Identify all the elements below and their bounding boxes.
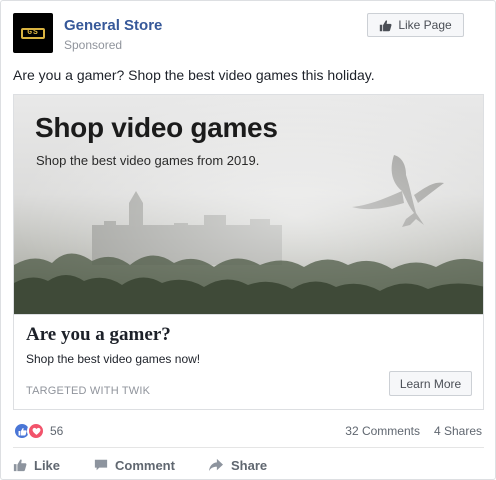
- comment-label: Comment: [115, 457, 175, 473]
- like-page-label: Like Page: [398, 18, 452, 32]
- link-title[interactable]: Are you a gamer?: [26, 324, 171, 346]
- thumbs-up-icon: [13, 459, 27, 472]
- comment-icon: [94, 459, 108, 471]
- link-domain: TARGETED WITH TWIK: [26, 385, 151, 397]
- comments-count[interactable]: 32 Comments: [345, 424, 420, 438]
- page-logo-avatar[interactable]: GS: [13, 13, 53, 53]
- ad-subline: Shop the best video games from 2019.: [36, 153, 260, 168]
- divider: [13, 447, 484, 448]
- share-button[interactable]: Share: [208, 458, 267, 473]
- logo-badge: GS: [21, 27, 45, 39]
- page-name-link[interactable]: General Store: [64, 17, 162, 34]
- link-description: Shop the best video games now!: [26, 352, 201, 366]
- reactions-summary[interactable]: 56: [13, 422, 63, 440]
- like-page-button[interactable]: Like Page: [367, 13, 464, 37]
- heart-icon: [27, 422, 45, 440]
- like-button[interactable]: Like: [13, 458, 94, 473]
- ad-headline: Shop video games: [35, 112, 278, 143]
- reaction-count: 56: [50, 424, 64, 438]
- sponsored-post-card: GS General Store Sponsored Like Page Are…: [0, 0, 496, 480]
- sponsored-label: Sponsored: [64, 38, 123, 52]
- share-label: Share: [231, 457, 268, 473]
- post-text: Are you a gamer? Shop the best video gam…: [13, 67, 375, 83]
- learn-more-button[interactable]: Learn More: [389, 371, 472, 396]
- comment-button[interactable]: Comment: [94, 458, 208, 473]
- thumbs-up-icon: [380, 19, 392, 31]
- share-arrow-icon: [209, 458, 223, 472]
- shares-count[interactable]: 4 Shares: [434, 424, 482, 438]
- ad-image[interactable]: Shop video games Shop the best video gam…: [13, 94, 484, 314]
- action-bar: Like Comment Share: [13, 454, 267, 476]
- like-label: Like: [34, 457, 61, 473]
- engagement-stats: 32 Comments 4 Shares: [345, 424, 482, 438]
- link-preview[interactable]: Are you a gamer? Shop the best video gam…: [13, 314, 484, 410]
